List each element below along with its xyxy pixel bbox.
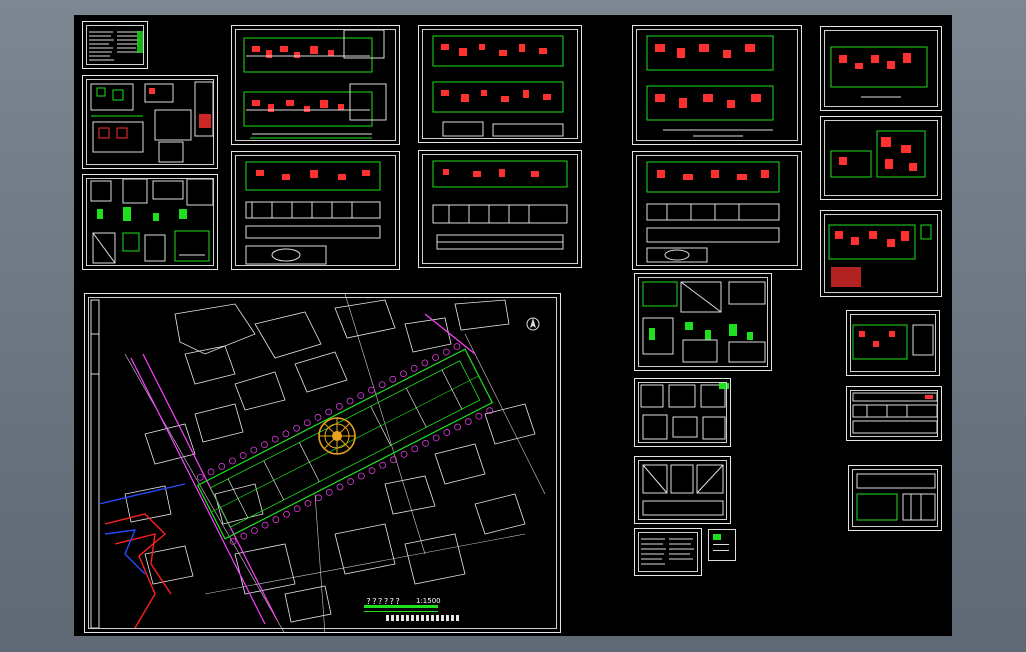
site-plan-graphic <box>90 294 546 632</box>
sheet-sections-graphic <box>642 281 766 363</box>
sheet-plans-c-graphic <box>646 35 774 137</box>
sheet-plans-e-graphic <box>830 46 928 98</box>
drawing-sheet-notes-2[interactable] <box>634 528 702 576</box>
drawing-sheet-sections[interactable] <box>634 273 772 371</box>
sheet-elevation-i-graphic <box>852 392 938 434</box>
sheet-plans-g-graphic <box>828 224 932 287</box>
drawing-sheet-details-2[interactable] <box>82 174 218 270</box>
drawing-sheet-elevations-b[interactable] <box>418 150 582 268</box>
sheet-details-1-graphic <box>90 81 214 163</box>
legend-swatch <box>708 529 736 561</box>
drawing-sheet-plans-d[interactable] <box>632 151 802 270</box>
drawing-sheet-elevation-h[interactable] <box>846 310 940 376</box>
sheet-elevation-h-graphic <box>852 324 934 360</box>
sheet-floor-plans-b-graphic <box>432 35 564 137</box>
north-arrow-icon <box>526 317 540 331</box>
scale-bar-underline <box>364 611 438 612</box>
sheet-elevation-j-graphic <box>856 473 936 521</box>
drawing-sheet-details-1[interactable] <box>82 75 218 169</box>
drawing-sheet-elevations-a[interactable] <box>231 151 400 270</box>
scale-bar <box>364 605 438 608</box>
drawing-sheet-site-plan[interactable] <box>84 293 561 633</box>
sheet-plans-f-graphic <box>830 130 926 178</box>
sheet-details-2-graphic <box>90 178 214 264</box>
drawing-canvas[interactable]: ?????? 1:1500 <box>74 15 952 636</box>
sheet-notes-graphic <box>89 31 144 61</box>
drawing-sheet-plans-c[interactable] <box>632 25 802 145</box>
sheet-plans-d-graphic <box>646 161 780 263</box>
drawing-sheet-plans-g[interactable] <box>820 210 942 297</box>
drawing-sheet-plans-f[interactable] <box>820 116 942 200</box>
site-plan-scale: 1:1500 <box>416 597 441 605</box>
drawing-sheet-elevation-i[interactable] <box>846 386 942 441</box>
drawing-sheet-details-3[interactable] <box>634 378 731 447</box>
drawing-sheet-elevation-j[interactable] <box>848 465 942 531</box>
sheet-details-4-graphic <box>642 464 724 516</box>
drawing-sheet-plans-e[interactable] <box>820 26 942 111</box>
sheet-details-3-graphic <box>640 383 729 440</box>
drawing-sheet-notes[interactable] <box>82 21 148 69</box>
plaza-rosette <box>318 417 356 455</box>
sheet-elevations-a-graphic <box>245 161 381 265</box>
scale-bar-caption <box>386 615 460 621</box>
drawing-sheet-details-4[interactable] <box>634 456 731 524</box>
sheet-floor-plans-a-graphic <box>243 29 387 139</box>
sheet-notes-2-graphic <box>641 538 694 565</box>
drawing-sheet-floor-plans-a[interactable] <box>231 25 400 145</box>
sheet-elevations-b-graphic <box>432 160 568 250</box>
drawing-sheet-floor-plans-b[interactable] <box>418 25 582 143</box>
